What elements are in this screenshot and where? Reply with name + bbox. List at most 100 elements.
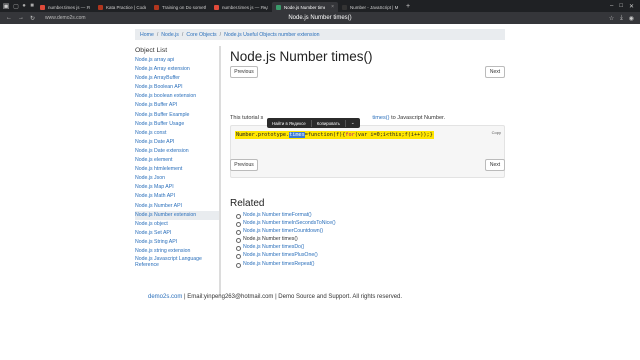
breadcrumb: Home / Node.js / Core Objects / Node.js … bbox=[135, 29, 505, 40]
url-field[interactable]: www.demo2s.com bbox=[45, 15, 86, 21]
sidebar-item[interactable]: Node.js Map API bbox=[135, 183, 220, 192]
download-icon[interactable]: ⤓ bbox=[620, 15, 623, 22]
sidebar-item[interactable]: Node.js Date API bbox=[135, 138, 220, 147]
breadcrumb-nodejs[interactable]: Node.js bbox=[161, 32, 179, 38]
sidebar-item[interactable]: Node.js String API bbox=[135, 238, 220, 247]
profile-icon[interactable]: ◉ bbox=[629, 15, 634, 22]
address-bar: ← → ↻ www.demo2s.com Node.js Number time… bbox=[0, 12, 640, 24]
github-icon[interactable]: ● bbox=[20, 0, 28, 12]
browser-tab[interactable]: Node.js Number times() × bbox=[272, 2, 338, 12]
footer-site-link[interactable]: demo2s.com bbox=[148, 294, 182, 300]
breadcrumb-current[interactable]: Node.js Useful Objects number extension bbox=[224, 32, 319, 38]
sidebar-item[interactable]: Node.js Buffer API bbox=[135, 101, 220, 110]
popup-search-yandex[interactable]: Найти в Яндексе bbox=[267, 121, 311, 126]
code-block[interactable]: Number.prototype.times=function(f){for(v… bbox=[230, 125, 505, 178]
tab-favicon-icon bbox=[98, 4, 103, 10]
browser-tab[interactable]: Number - JavaScript | MDN bbox=[338, 2, 402, 12]
code-prefix: Number.prototype. bbox=[236, 132, 290, 138]
browser-tab[interactable]: Training on Do something bbox=[150, 2, 210, 12]
related-list: Node.js Number timeFormat() Node.js Numbe… bbox=[236, 211, 336, 268]
sidebar-item[interactable]: Node.js Json bbox=[135, 174, 220, 183]
footer: demo2s.com | Email:yinpeng263@hotmail.co… bbox=[148, 294, 402, 300]
breadcrumb-core-objects[interactable]: Core Objects bbox=[186, 32, 216, 38]
related-item[interactable]: Node.js Number times() bbox=[236, 235, 336, 244]
sidebar-item[interactable]: Node.js Number API bbox=[135, 202, 220, 211]
related-item[interactable]: Node.js Number timeInSecondsToNice() bbox=[236, 219, 336, 228]
sidebar-item[interactable]: Node.js boolean extension bbox=[135, 92, 220, 101]
close-window-icon[interactable]: ✕ bbox=[629, 3, 634, 10]
footer-rights: | Demo Source and Support. All rights re… bbox=[273, 294, 403, 300]
tab-favicon-icon bbox=[40, 4, 45, 10]
sidebar-item[interactable]: Node.js Number extension bbox=[135, 210, 220, 220]
object-list-sidebar: Object List Node.js array api Node.js Arr… bbox=[135, 47, 220, 269]
sidebar-item[interactable]: Node.js Buffer Example bbox=[135, 111, 220, 120]
sidebar-item[interactable]: Node.js Array extension bbox=[135, 65, 220, 74]
code-keyword: for bbox=[345, 132, 355, 138]
description-end: to Javascript Number. bbox=[389, 115, 446, 121]
related-item[interactable]: Node.js Number timesDo() bbox=[236, 243, 336, 252]
sidebar-item[interactable]: Node.js Date extension bbox=[135, 147, 220, 156]
close-tab-icon[interactable]: × bbox=[331, 4, 334, 10]
next-button-bottom[interactable]: Next bbox=[485, 159, 505, 171]
breadcrumb-separator: / bbox=[156, 31, 159, 38]
code-selection: times bbox=[289, 132, 305, 138]
sidebar-item[interactable]: Node.js Javascript Language Reference bbox=[135, 256, 220, 269]
page-content: Home / Node.js / Core Objects / Node.js … bbox=[0, 24, 640, 360]
breadcrumb-home[interactable]: Home bbox=[140, 32, 154, 38]
related-item[interactable]: Node.js Number timesRepeat() bbox=[236, 260, 336, 268]
sidebar-item[interactable]: Node.js Boolean API bbox=[135, 83, 220, 92]
code-line[interactable]: Number.prototype.times=function(f){for(v… bbox=[235, 131, 434, 139]
browser-tab[interactable]: Kata Practice | Codewars bbox=[94, 2, 150, 12]
sidebar-divider bbox=[219, 46, 221, 296]
sidebar-item[interactable]: Node.js Set API bbox=[135, 229, 220, 238]
sidebar-item[interactable]: Node.js ArrayBuffer bbox=[135, 74, 220, 83]
sidebar-item[interactable]: Node.js Math API bbox=[135, 192, 220, 201]
new-tab-button[interactable]: + bbox=[402, 3, 414, 10]
sidebar-item[interactable]: Node.js htmlelement bbox=[135, 165, 220, 174]
sidebar-item[interactable]: Node.js Buffer Usage bbox=[135, 120, 220, 129]
main-content: Node.js Number times() bbox=[230, 49, 505, 64]
tab-label: Kata Practice | Codewars bbox=[106, 4, 146, 10]
code-rest: (var i=0;i<this;f(i++));} bbox=[354, 132, 433, 138]
window-title: Node.js Number times() bbox=[288, 15, 352, 21]
related-item[interactable]: Node.js Number timerCountdown() bbox=[236, 227, 336, 236]
minimize-icon[interactable]: – bbox=[610, 3, 613, 10]
sidebar-item[interactable]: Node.js element bbox=[135, 156, 220, 165]
browser-tab-strip: ▣ ▢ ● ■ number.times js — Яндекс Kata Pra… bbox=[0, 0, 640, 12]
popup-copy[interactable]: Копировать bbox=[312, 121, 345, 126]
tab-label: number.times js — Яндекс bbox=[48, 4, 90, 10]
tab-favicon-icon bbox=[342, 4, 347, 10]
next-button-top[interactable]: Next bbox=[485, 66, 505, 78]
maximize-icon[interactable]: □ bbox=[619, 3, 623, 10]
sidebar-item[interactable]: Node.js array api bbox=[135, 56, 220, 65]
page-title: Node.js Number times() bbox=[230, 49, 373, 64]
browser-tab[interactable]: number.times js — Яндекс bbox=[210, 2, 272, 12]
reload-icon[interactable]: ↻ bbox=[30, 15, 35, 22]
tab-label: Node.js Number times() bbox=[284, 4, 325, 10]
sidebar-item[interactable]: Node.js string extension bbox=[135, 247, 220, 256]
forward-icon[interactable]: → bbox=[18, 15, 24, 21]
bookmark-icon[interactable]: ■ bbox=[28, 0, 36, 12]
sidebar-item[interactable]: Node.js object bbox=[135, 220, 220, 229]
back-icon[interactable]: ← bbox=[6, 15, 12, 21]
browser-tab[interactable]: number.times js — Яндекс bbox=[36, 2, 94, 12]
description-start: This tutorial s bbox=[230, 115, 264, 121]
tab-label: Number - JavaScript | MDN bbox=[350, 4, 398, 10]
popup-more-icon[interactable]: ⌄ bbox=[346, 120, 360, 126]
sidebar-title: Object List bbox=[135, 47, 168, 54]
copy-button[interactable]: Copy bbox=[492, 130, 501, 135]
tab-label: Training on Do something bbox=[162, 4, 206, 10]
related-item[interactable]: Node.js Number timesPlusOne() bbox=[236, 251, 336, 260]
code-middle: =function(f){ bbox=[304, 132, 346, 138]
footer-email: Email:yinpeng263@hotmail.com bbox=[187, 294, 274, 300]
related-item[interactable]: Node.js Number timeFormat() bbox=[236, 211, 336, 220]
tab-favicon-icon bbox=[214, 4, 219, 10]
related-heading: Related bbox=[230, 198, 265, 209]
browser-menu-icon[interactable]: ▣ bbox=[0, 0, 12, 12]
sidebar-item[interactable]: Node.js const bbox=[135, 129, 220, 138]
bookmark-star-icon[interactable]: ☆ bbox=[609, 15, 614, 22]
tab-search-icon[interactable]: ▢ bbox=[12, 0, 20, 12]
description-method: times() bbox=[372, 115, 390, 121]
previous-button-bottom[interactable]: Previous bbox=[230, 159, 258, 171]
previous-button-top[interactable]: Previous bbox=[230, 66, 258, 78]
